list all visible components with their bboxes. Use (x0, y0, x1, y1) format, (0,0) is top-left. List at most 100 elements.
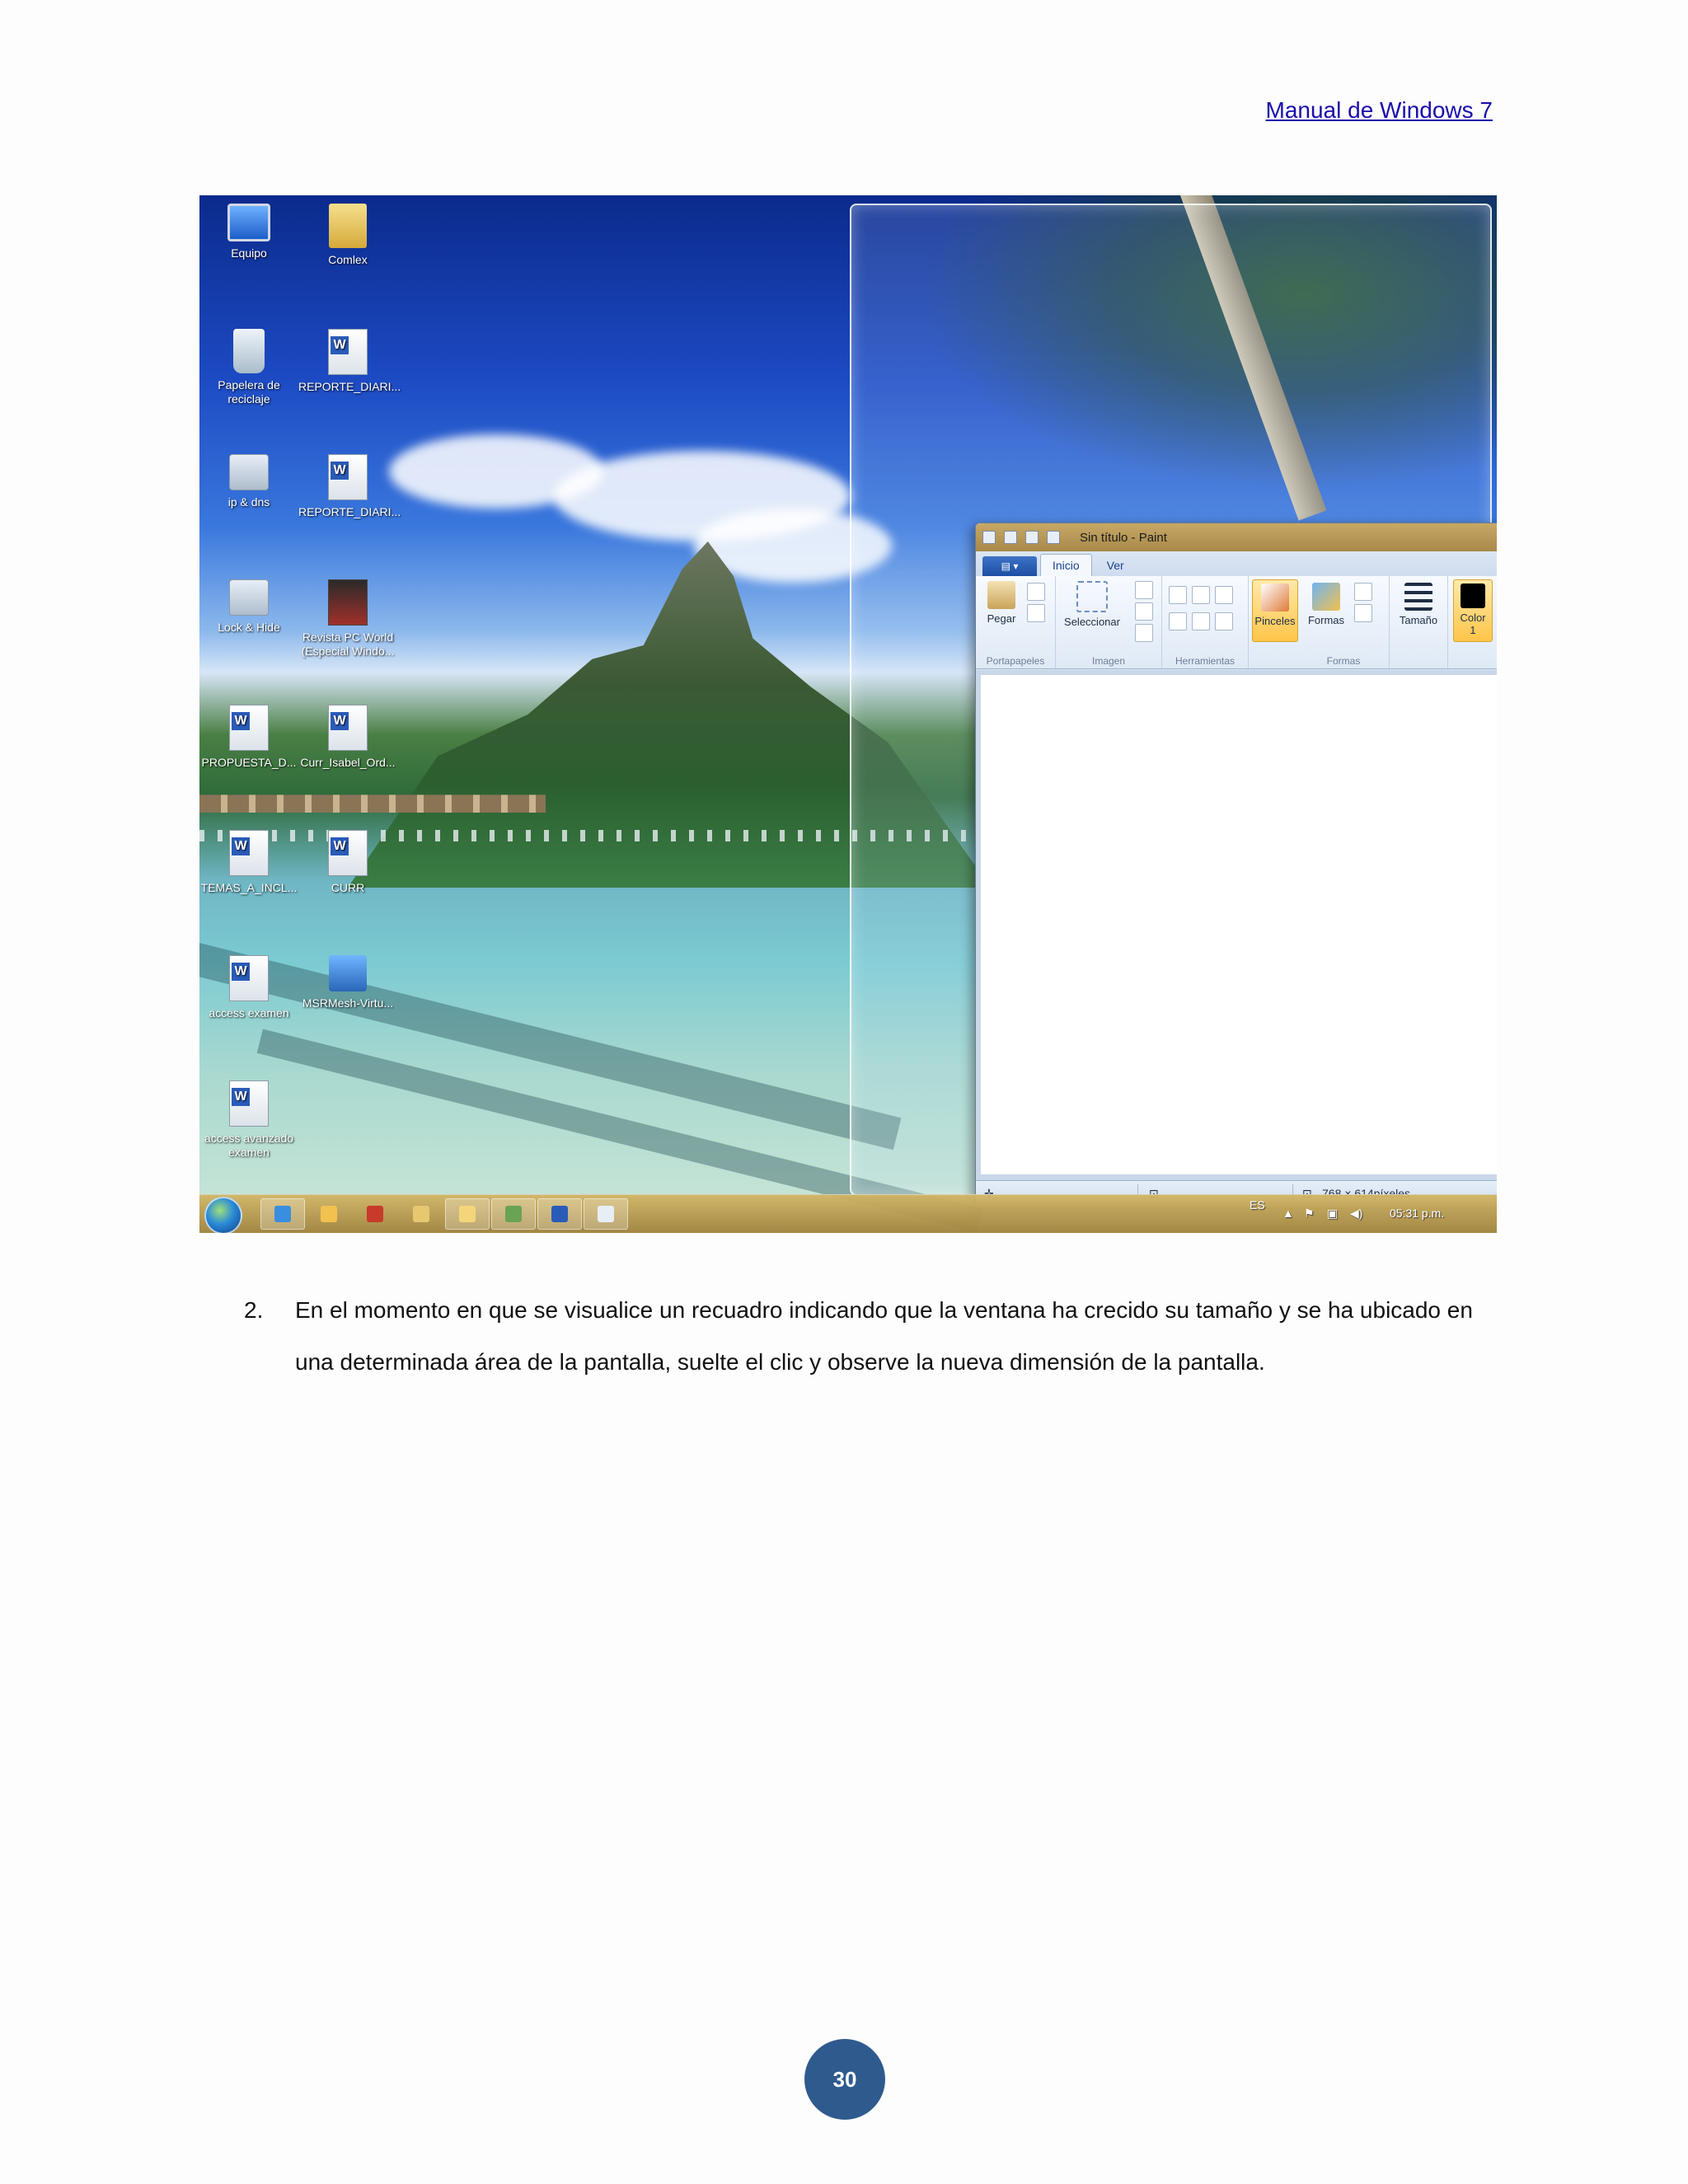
tab-ver[interactable]: Ver (1095, 555, 1136, 576)
network-icon[interactable]: ▣ (1327, 1207, 1338, 1221)
paint-menu-button[interactable]: ▤ ▾ (982, 556, 1037, 576)
desktop-icon-access-examen[interactable]: access examen (199, 950, 298, 1020)
explorer-icon (413, 1206, 429, 1222)
color-swatch-icon (1461, 583, 1485, 608)
language-indicator[interactable]: ES (1250, 1198, 1265, 1212)
settings-icon (229, 454, 269, 490)
taskbar-folder-button[interactable] (445, 1198, 490, 1230)
select-button[interactable]: Seleccionar (1059, 581, 1125, 628)
desktop-icon-access-avanzado[interactable]: access avanzado examen (199, 1076, 298, 1160)
action-center-icon[interactable]: ⚑ (1304, 1207, 1315, 1221)
desktop-icon-reporte-2[interactable]: REPORTE_DIARI... (298, 449, 401, 519)
undo-icon[interactable] (1025, 531, 1039, 544)
crop-icon[interactable] (1135, 581, 1153, 599)
group-clipboard: Pegar Portapapeles (976, 576, 1056, 668)
shapes-icon (1312, 583, 1340, 611)
group-shapes: Pinceles Formas Formas (1249, 576, 1390, 668)
step-text: En el momento en que se visualice un rec… (295, 1297, 1473, 1375)
word-icon (551, 1206, 568, 1222)
installer-icon (329, 955, 367, 991)
recycle-bin-icon (233, 329, 265, 373)
word-document-icon (229, 1080, 269, 1127)
fill-shape-icon[interactable] (1354, 604, 1372, 622)
desktop-icon-propuesta[interactable]: PROPUESTA_D... (199, 700, 298, 770)
fill-icon[interactable] (1192, 586, 1210, 604)
folder-icon (329, 204, 367, 248)
media-player-icon (321, 1206, 337, 1222)
folder-icon (459, 1206, 476, 1222)
step-number: 2. (244, 1297, 264, 1323)
show-hidden-icons-icon[interactable]: ▲ (1282, 1207, 1294, 1220)
select-rectangle-icon (1076, 581, 1108, 612)
outline-icon[interactable] (1354, 583, 1372, 601)
group-image: Seleccionar Imagen (1056, 576, 1162, 668)
system-tray: ES ▲ ⚑ ▣ ◀) 05:31 p.m. (1250, 1195, 1480, 1233)
desktop-icon-revista[interactable]: Revista PC World (Especial Windo... (298, 574, 397, 658)
group-color: Color 1 (1448, 576, 1497, 668)
redo-icon[interactable] (1047, 531, 1060, 544)
eraser-icon[interactable] (1169, 612, 1187, 630)
pdf-magazine-icon (328, 579, 368, 626)
page-number: 30 (804, 2039, 885, 2120)
canvas-area (976, 670, 1497, 1181)
pencil-icon[interactable] (1169, 586, 1187, 604)
copy-icon[interactable] (1027, 604, 1045, 622)
clock[interactable]: 05:31 p.m. (1390, 1207, 1444, 1220)
taskbar-media-button[interactable] (307, 1198, 351, 1230)
app-icon (505, 1206, 522, 1222)
shapes-button[interactable]: Formas (1303, 583, 1349, 626)
text-icon[interactable] (1215, 586, 1233, 604)
desktop-icon-msrmesh[interactable]: MSRMesh-Virtu... (298, 950, 397, 1010)
desktop-icon-lock-hide[interactable]: Lock & Hide (199, 574, 298, 635)
line-size-icon (1404, 583, 1432, 611)
ribbon: Pegar Portapapeles Seleccionar Imagen He… (976, 576, 1497, 669)
start-button[interactable] (204, 1197, 242, 1233)
taskbar: ES ▲ ⚑ ▣ ◀) 05:31 p.m. (199, 1194, 1497, 1233)
desktop-screenshot: Equipo Comlex Papelera de reciclaje REPO… (199, 195, 1497, 1233)
size-button[interactable]: Tamaño (1395, 583, 1442, 626)
taskbar-ie-button[interactable] (260, 1198, 305, 1230)
group-size: Tamaño (1390, 576, 1448, 668)
tab-inicio[interactable]: Inicio (1040, 554, 1092, 576)
save-icon[interactable] (1004, 531, 1017, 544)
word-document-icon (328, 329, 368, 375)
color1-button[interactable]: Color 1 (1453, 579, 1493, 642)
desktop-icon-reporte-1[interactable]: REPORTE_DIARI... (298, 324, 401, 394)
acrobat-icon (367, 1206, 383, 1222)
resize-icon[interactable] (1135, 602, 1153, 621)
paint-icon (598, 1206, 614, 1222)
word-document-icon (328, 830, 368, 876)
computer-icon (227, 204, 270, 241)
volume-icon[interactable]: ◀) (1350, 1207, 1362, 1221)
rotate-icon[interactable] (1135, 624, 1153, 642)
taskbar-explorer-button[interactable] (399, 1198, 443, 1230)
internet-explorer-icon (274, 1206, 291, 1222)
desktop-icon-temas[interactable]: TEMAS_A_INCL... (199, 825, 298, 895)
paint-window-title: Sin título - Paint (1080, 530, 1167, 545)
magnifier-icon[interactable] (1215, 612, 1233, 630)
desktop-icon-comlex[interactable]: Comlex (298, 199, 397, 267)
brush-icon (1261, 583, 1289, 612)
cut-icon[interactable] (1027, 583, 1045, 601)
word-document-icon (229, 955, 269, 1001)
desktop-icon-equipo[interactable]: Equipo (199, 199, 298, 260)
color-picker-icon[interactable] (1192, 612, 1210, 630)
ribbon-tabs: ▤ ▾ Inicio Ver (976, 551, 1497, 576)
desktop-icon-curr-isabel[interactable]: Curr_Isabel_Ord... (298, 700, 397, 770)
brushes-button[interactable]: Pinceles (1252, 579, 1298, 642)
taskbar-word-button[interactable] (537, 1198, 582, 1230)
group-tools: Herramientas (1162, 576, 1249, 668)
paint-window[interactable]: Sin título - Paint ▤ ▾ Inicio Ver Pegar … (975, 523, 1497, 1208)
taskbar-app-button[interactable] (491, 1198, 536, 1230)
desktop-icon-ip-dns[interactable]: ip & dns (199, 449, 298, 509)
header-manual-link[interactable]: Manual de Windows 7 (1266, 97, 1493, 124)
desktop-icon-recycle-bin[interactable]: Papelera de reciclaje (199, 324, 298, 406)
desktop-icon-curr[interactable]: CURR (298, 825, 397, 895)
word-document-icon (328, 705, 368, 751)
word-document-icon (229, 705, 269, 751)
drawing-canvas[interactable] (981, 675, 1497, 1174)
taskbar-acrobat-button[interactable] (353, 1198, 397, 1230)
taskbar-paint-button[interactable] (584, 1198, 628, 1230)
paste-button[interactable]: Pegar (981, 581, 1022, 625)
paint-titlebar[interactable]: Sin título - Paint (976, 523, 1497, 551)
